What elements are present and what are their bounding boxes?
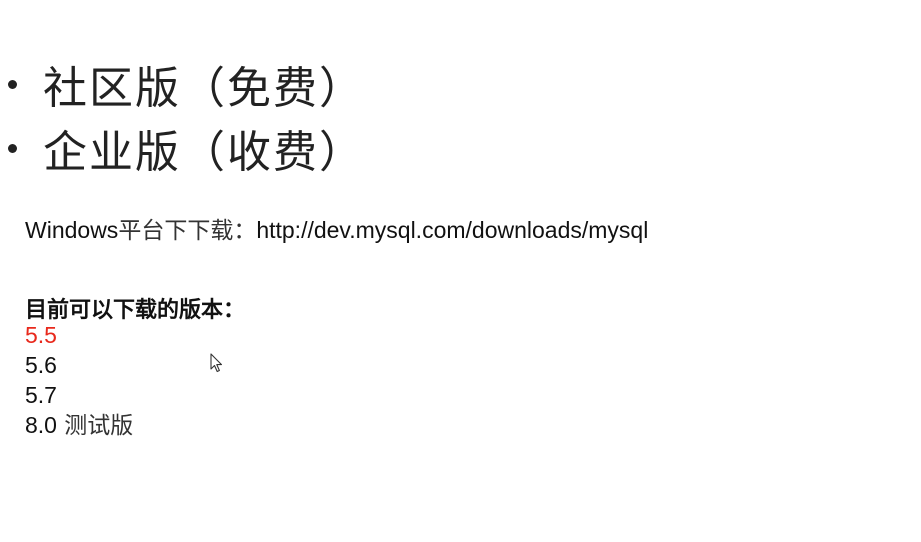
mouse-pointer-icon: [210, 353, 223, 373]
download-label-suffix: 平台下下载：: [118, 218, 257, 244]
edition-community: 社区版（免费）: [0, 52, 365, 116]
version-note: 测试版: [56, 413, 134, 439]
version-item-8-0: 8.0 测试版: [25, 410, 133, 440]
version-number: 5.7: [25, 382, 57, 408]
download-platform-label: Windows: [25, 217, 119, 243]
version-list: 5.5 5.6 5.7 8.0 测试版: [25, 320, 133, 440]
editions-list: 社区版（免费） 企业版（收费）: [0, 52, 365, 180]
download-url: http://dev.mysql.com/downloads/mysql: [256, 217, 649, 243]
version-number: 5.6: [25, 352, 57, 378]
version-item-5-6: 5.6: [25, 350, 133, 380]
edition-label: 社区版（免费）: [43, 63, 365, 114]
bullet-dot-icon: [8, 143, 17, 153]
download-line: Windows平台下下载：http://dev.mysql.com/downlo…: [25, 211, 648, 245]
edition-label: 企业版（收费）: [43, 127, 365, 178]
version-number: 8.0: [25, 412, 57, 438]
edition-enterprise: 企业版（收费）: [0, 116, 365, 180]
bullet-dot-icon: [8, 79, 17, 89]
version-item-5-5: 5.5: [25, 320, 133, 350]
version-item-5-7: 5.7: [25, 380, 133, 410]
version-number: 5.5: [25, 322, 57, 348]
